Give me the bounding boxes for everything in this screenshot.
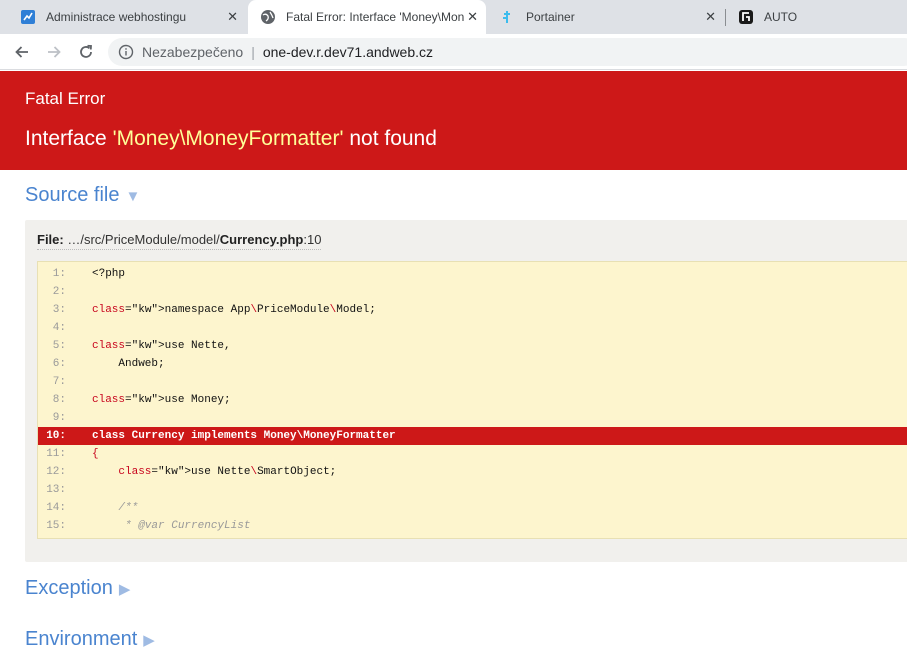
section-environment[interactable]: Environment ▶ (25, 628, 155, 651)
line-number: 7: (52, 376, 66, 388)
back-arrow-icon (15, 46, 28, 58)
line-number: 1: (52, 268, 66, 280)
code-line: 4: (38, 319, 907, 337)
tracy-bluescreen: Fatal Error Interface 'Money\MoneyFormat… (0, 71, 907, 666)
line-number: 8: (52, 394, 66, 406)
line-number: 12: (46, 466, 66, 478)
reload-button[interactable] (76, 42, 96, 62)
tab-administrace[interactable]: Administrace webhostingu ✕ (8, 0, 246, 34)
error-message-prefix: Interface (25, 127, 113, 150)
address-bar[interactable]: Nezabezpečeno | one-dev.r.dev71.andweb.c… (108, 38, 907, 66)
address-divider: | (251, 44, 255, 60)
triangle-right-icon: ▶ (143, 632, 155, 649)
line-source: class="kw">use Nette\SmartObject; (118, 466, 337, 478)
line-number: 2: (52, 286, 66, 298)
code-line: 2: (38, 283, 907, 301)
code-line: 15: * @var CurrencyList (38, 517, 907, 535)
source-panel: File: …/src/PriceModule/model/Currency.p… (25, 220, 907, 562)
line-number: 6: (52, 358, 66, 370)
reload-icon (80, 44, 92, 58)
line-number: 3: (52, 304, 66, 316)
tab-label: Administrace webhostingu (46, 10, 187, 24)
code-line: 12: class="kw">use Nette\SmartObject; (38, 463, 907, 481)
tab-label: Portainer (526, 10, 575, 24)
hosting-icon (20, 9, 36, 25)
error-header: Fatal Error Interface 'Money\MoneyFormat… (0, 71, 907, 170)
line-number: 9: (52, 412, 66, 424)
line-source: { (92, 448, 99, 460)
code-line: 13: (38, 481, 907, 499)
line-number: 4: (52, 322, 66, 334)
code-line: 1: <?php (38, 265, 907, 283)
code-line: 7: (38, 373, 907, 391)
line-source: class="kw">use Money; (92, 394, 231, 406)
line-number: 11: (46, 448, 66, 460)
file-dir: …/src/PriceModule/model/ (63, 232, 220, 247)
code-line: 8: class="kw">use Money; (38, 391, 907, 409)
error-message: Interface 'Money\MoneyFormatter' not fou… (25, 127, 437, 151)
line-number: 5: (52, 340, 66, 352)
error-message-class: 'Money\MoneyFormatter' (112, 127, 344, 150)
line-source: Andweb; (92, 358, 165, 370)
auto-icon (738, 9, 754, 25)
error-message-suffix: not found (343, 127, 437, 150)
file-line: :10 (303, 232, 322, 247)
browser-toolbar: Nezabezpečeno | one-dev.r.dev71.andweb.c… (0, 34, 907, 70)
line-source: * @var CurrencyList (92, 520, 251, 532)
section-title-label: Source file (25, 184, 120, 206)
tab-fatal-error[interactable]: Fatal Error: Interface 'Money\Mon ✕ (248, 0, 486, 34)
line-source: /** (92, 502, 139, 514)
back-button[interactable] (12, 42, 32, 62)
code-line: 5: class="kw">use Nette, (38, 337, 907, 355)
line-number: 13: (46, 484, 66, 496)
line-source: <?php (92, 268, 126, 280)
browser-tab-strip: Administrace webhostingu ✕ Fatal Error: … (0, 0, 907, 34)
section-exception[interactable]: Exception ▶ (25, 577, 130, 600)
code-line: 9: (38, 409, 907, 427)
line-number: 10: (46, 430, 66, 442)
code-line: 10: class Currency implements Money\Money… (38, 427, 907, 445)
error-type: Fatal Error (25, 89, 106, 108)
tab-portainer[interactable]: Portainer ✕ (488, 0, 724, 34)
forward-button[interactable] (44, 42, 64, 62)
security-status: Nezabezpečeno (142, 44, 244, 60)
line-number: 15: (46, 520, 66, 532)
file-path[interactable]: File: …/src/PriceModule/model/Currency.p… (37, 232, 322, 250)
globe-icon (260, 9, 276, 25)
code-line: 6: Andweb; (38, 355, 907, 373)
file-name: Currency.php (219, 232, 304, 247)
url-text: one-dev.r.dev71.andweb.cz (262, 44, 434, 60)
line-source: class Currency implements Money\MoneyFor… (92, 430, 396, 442)
tab-label: Fatal Error: Interface 'Money\Mon (286, 10, 465, 24)
close-icon[interactable]: ✕ (227, 10, 238, 24)
triangle-down-icon: ▼ (125, 188, 141, 205)
tab-auto[interactable]: AUTO (726, 0, 907, 34)
triangle-right-icon: ▶ (118, 581, 131, 598)
code-listing: 1: <?php 2: 3: class="kw">namespace App\Pric… (37, 261, 907, 539)
info-icon[interactable] (118, 44, 134, 60)
line-source: class="kw">namespace App\PriceModule\Mod… (92, 304, 376, 316)
close-icon[interactable]: ✕ (705, 10, 716, 24)
line-source: class="kw">use Nette, (92, 340, 231, 352)
section-source-file[interactable]: Source file ▼ (25, 184, 140, 207)
forward-arrow-icon (48, 46, 61, 58)
line-number: 14: (46, 502, 66, 514)
portainer-icon (500, 9, 516, 25)
file-label: File: (37, 232, 64, 247)
code-line: 14: /** (38, 499, 907, 517)
code-line: 3: class="kw">namespace App\PriceModule\M… (38, 301, 907, 319)
tab-label: AUTO (764, 10, 798, 24)
close-icon[interactable]: ✕ (467, 10, 478, 24)
section-title-label: Exception (25, 577, 113, 599)
section-title-label: Environment (25, 628, 138, 650)
code-line: 11: { (38, 445, 907, 463)
